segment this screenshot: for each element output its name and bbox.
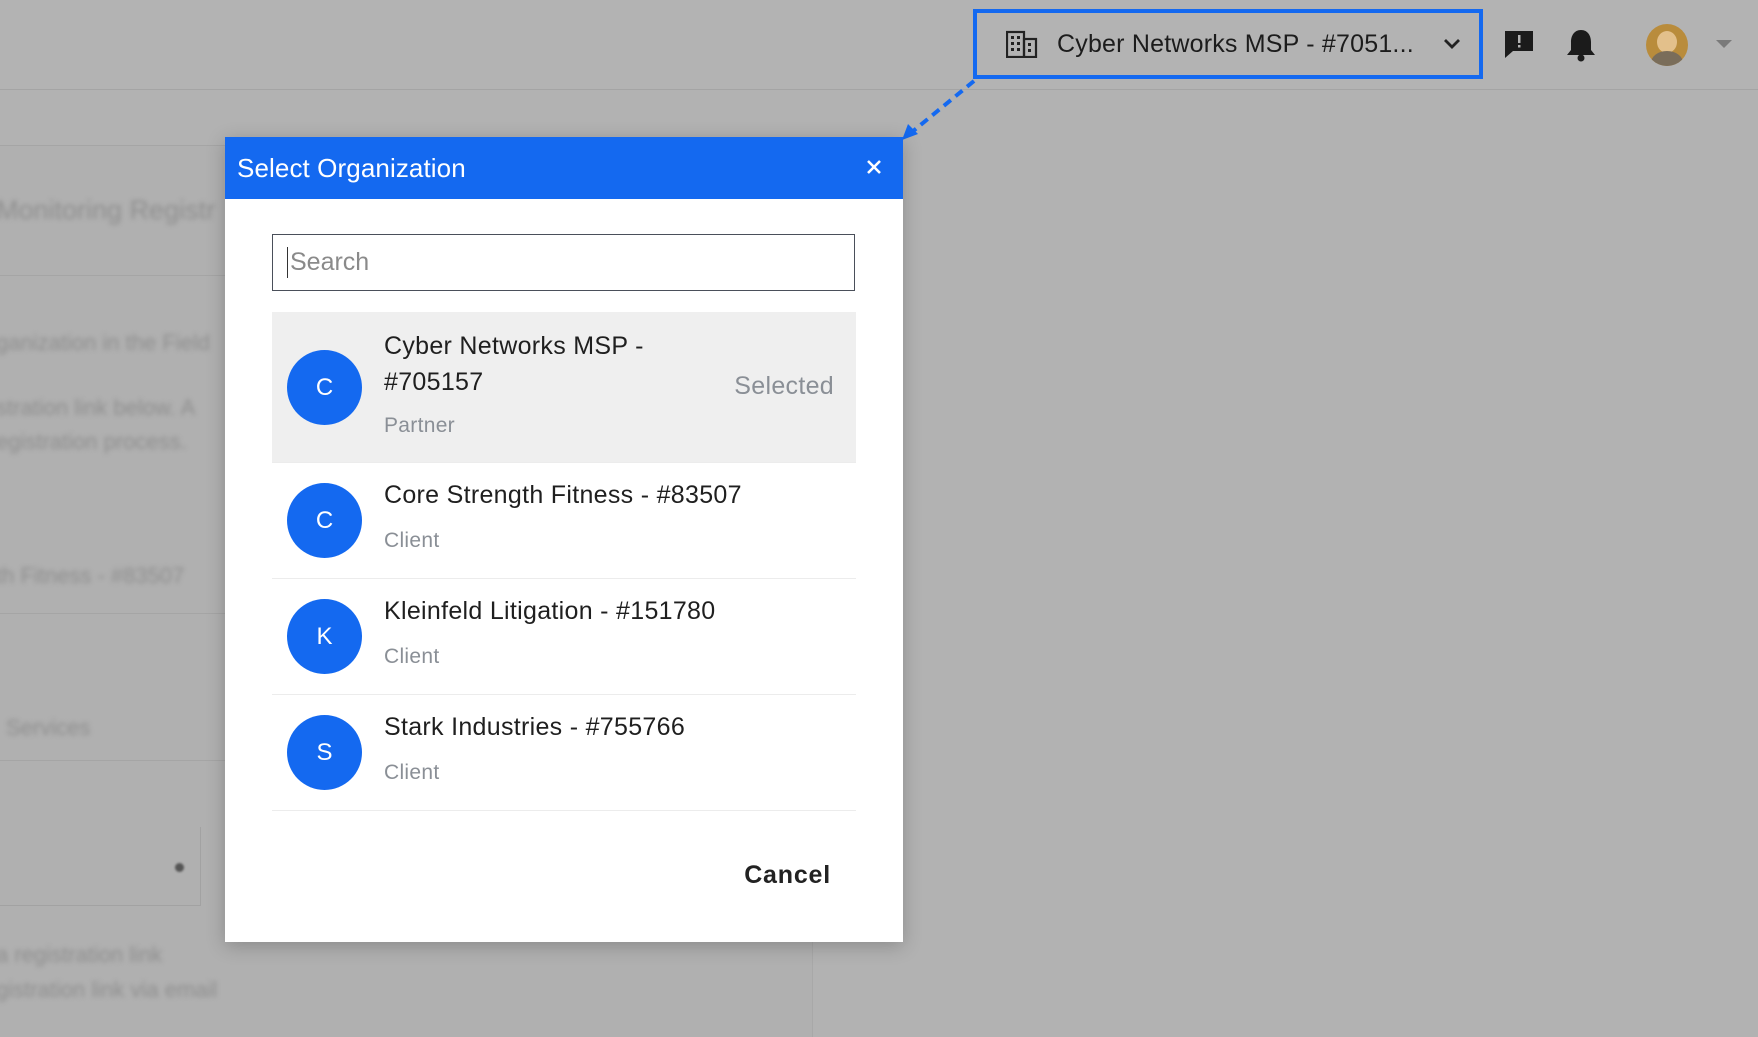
organization-item[interactable]: C Core Strength Fitness - #83507 Client	[272, 463, 856, 579]
cancel-button[interactable]: Cancel	[744, 861, 831, 890]
select-organization-modal: Select Organization C Cyber Networks MSP…	[225, 137, 903, 942]
top-bar: Cyber Networks MSP - #7051...	[0, 0, 1758, 90]
search-field[interactable]	[272, 234, 855, 291]
user-menu-chevron-icon[interactable]	[1714, 36, 1734, 52]
background-dot	[175, 863, 184, 872]
background-text: stration link below. A	[0, 395, 196, 420]
selected-label: Selected	[734, 372, 834, 400]
background-field	[0, 827, 201, 906]
organization-type: Client	[384, 645, 440, 668]
modal-header: Select Organization	[225, 137, 903, 199]
background-text: egistration process.	[0, 429, 187, 454]
building-icon	[1006, 30, 1038, 58]
organization-avatar: S	[287, 715, 362, 790]
modal-title: Select Organization	[237, 152, 466, 183]
organization-type: Client	[384, 529, 440, 552]
organization-name: Core Strength Fitness - #83507	[384, 481, 742, 509]
organization-type: Partner	[384, 414, 455, 437]
bell-icon[interactable]	[1566, 28, 1596, 62]
chat-alert-icon[interactable]	[1503, 29, 1535, 59]
organization-name: Stark Industries - #755766	[384, 713, 686, 741]
background-text: ganization in the Field	[0, 330, 211, 355]
avatar[interactable]	[1646, 24, 1688, 66]
divider	[0, 760, 230, 761]
organization-list: C Cyber Networks MSP - #705157 Partner S…	[272, 312, 856, 811]
organization-type: Client	[384, 761, 440, 784]
background-text: a registration link	[0, 942, 163, 967]
organization-item[interactable]: C Cyber Networks MSP - #705157 Partner S…	[272, 312, 856, 463]
organization-avatar: K	[287, 599, 362, 674]
chevron-down-icon	[1444, 39, 1460, 49]
organization-name: Cyber Networks MSP - #705157	[384, 332, 644, 396]
organization-name: Kleinfeld Litigation - #151780	[384, 597, 716, 625]
divider	[0, 275, 230, 276]
organization-switcher-label: Cyber Networks MSP - #7051...	[1057, 29, 1414, 58]
search-input[interactable]	[287, 247, 854, 278]
background-text: Services	[6, 715, 91, 740]
organization-avatar: C	[287, 350, 362, 425]
organization-item[interactable]: S Stark Industries - #755766 Client	[272, 695, 856, 811]
close-icon[interactable]	[861, 154, 887, 180]
divider	[0, 613, 230, 614]
organization-item[interactable]: K Kleinfeld Litigation - #151780 Client	[272, 579, 856, 695]
background-text: gistration link via email	[0, 977, 218, 1002]
background-text: th Fitness - #83507	[0, 563, 185, 588]
organization-avatar: C	[287, 483, 362, 558]
background-heading: Monitoring Registr	[0, 195, 216, 225]
pointer-arrow	[902, 79, 976, 140]
organization-switcher[interactable]: Cyber Networks MSP - #7051...	[973, 9, 1483, 79]
